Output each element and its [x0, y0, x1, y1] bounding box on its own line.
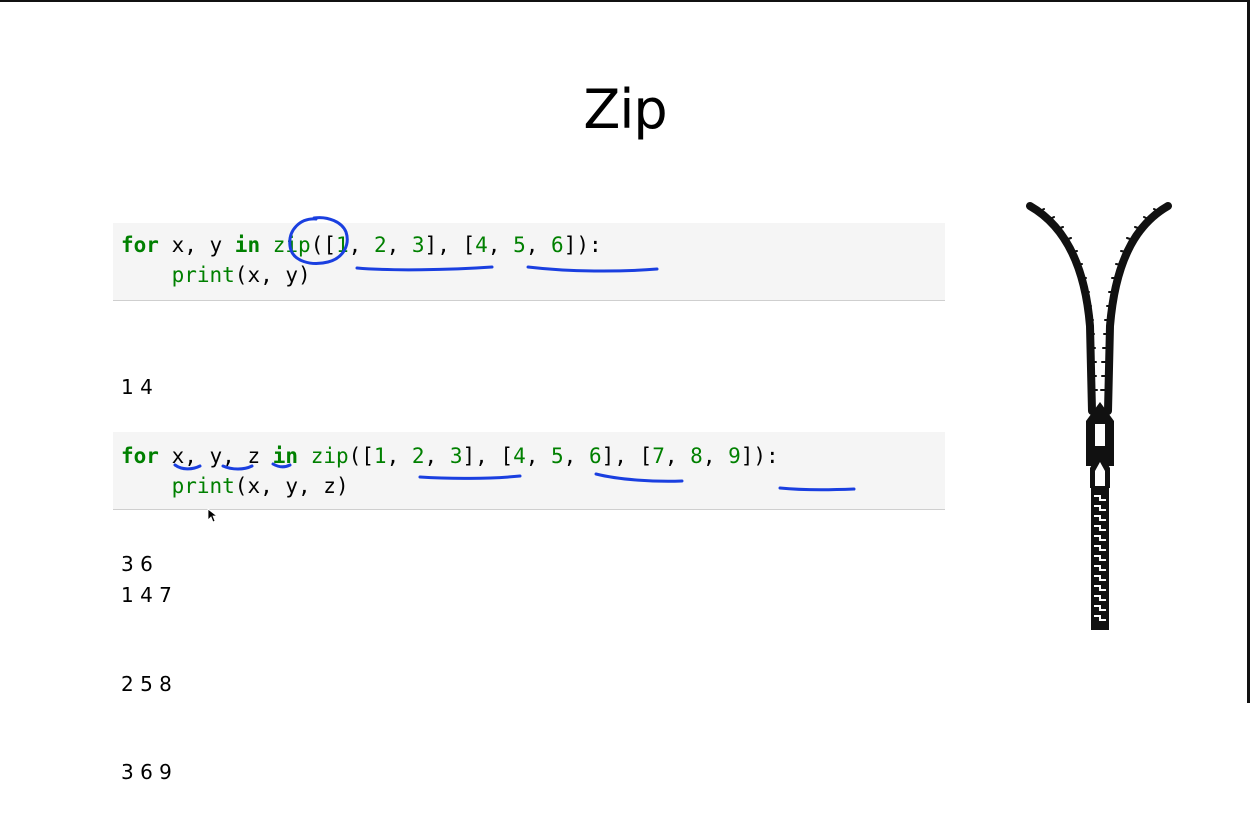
number: 9	[728, 444, 741, 468]
code-cell-2: for x, y, z in zip([1, 2, 3], [4, 5, 6],…	[113, 432, 945, 510]
keyword-in: in	[234, 233, 261, 257]
code-cell-1: for x, y in zip([1, 2, 3], [4, 5, 6]): p…	[113, 223, 945, 301]
keyword-for: for	[121, 233, 159, 257]
loop-vars: x, y, z	[158, 444, 273, 468]
number: 6	[551, 233, 564, 257]
number: 6	[588, 444, 602, 468]
function-zip: zip	[310, 444, 349, 468]
number: 4	[513, 444, 526, 468]
code-line-1: for x, y, z in zip([1, 2, 3], [4, 5, 6],…	[121, 444, 779, 468]
slide-title: Zip	[583, 78, 667, 141]
function-zip: zip	[272, 233, 311, 257]
output-line: 1 4 7	[121, 583, 172, 607]
number: 3	[411, 233, 425, 257]
output-line: 3 6 9	[121, 760, 172, 784]
number: 5	[513, 233, 526, 257]
output-cell-2: 1 4 7 2 5 8 3 6 9	[121, 522, 172, 817]
number: 1	[335, 233, 349, 257]
number: 7	[652, 444, 665, 468]
keyword-for: for	[121, 444, 159, 468]
top-border	[0, 0, 1250, 2]
number: 1	[373, 444, 387, 468]
keyword-in: in	[272, 444, 299, 468]
function-print: print	[171, 263, 235, 287]
code-line-1: for x, y in zip([1, 2, 3], [4, 5, 6]):	[121, 233, 602, 257]
output-line: 1 4	[121, 375, 153, 399]
zipper-slider	[1086, 402, 1114, 488]
zipper-icon	[1026, 202, 1172, 630]
number: 5	[551, 444, 564, 468]
number: 8	[690, 444, 703, 468]
loop-vars: x, y	[158, 233, 235, 257]
number: 2	[373, 233, 387, 257]
function-print: print	[171, 474, 235, 498]
mouse-cursor-icon	[207, 508, 219, 523]
number: 4	[475, 233, 488, 257]
number: 3	[449, 444, 463, 468]
code-line-2: print(x, y, z)	[171, 474, 349, 498]
code-line-2: print(x, y)	[171, 263, 311, 287]
number: 2	[411, 444, 425, 468]
output-line: 2 5 8	[121, 671, 172, 696]
